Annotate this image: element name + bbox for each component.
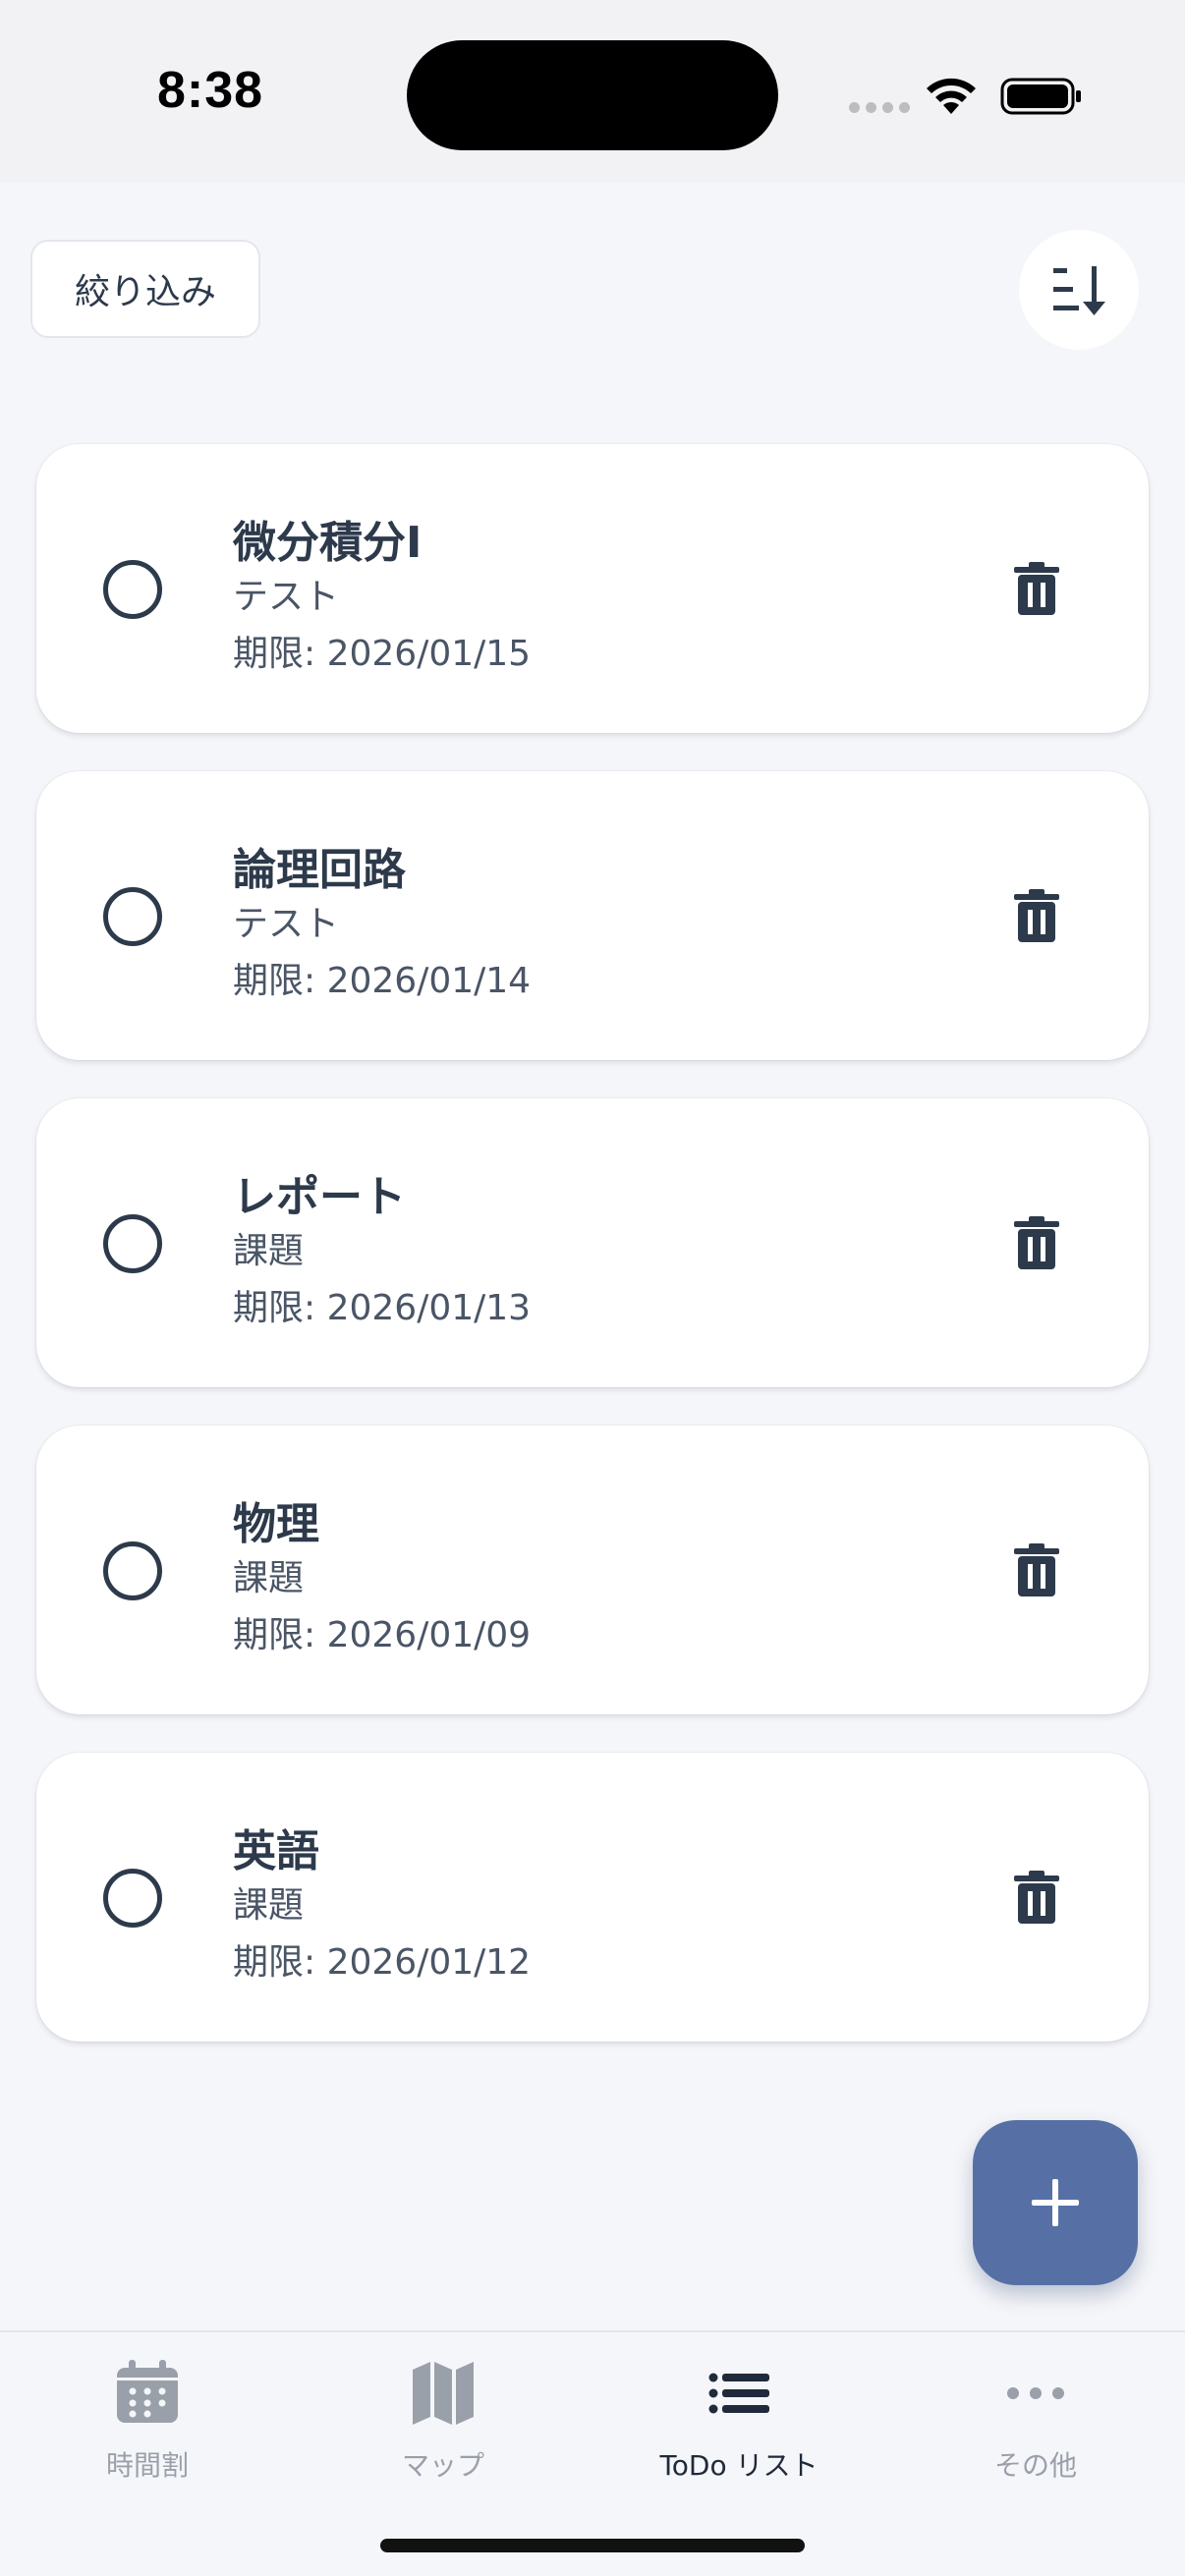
add-todo-button[interactable] <box>973 2120 1138 2285</box>
todo-due-date: 期限: 2026/01/09 <box>233 1615 532 1655</box>
plus-icon <box>1032 2179 1079 2226</box>
todo-card[interactable]: 論理回路 テスト 期限: 2026/01/14 <box>36 771 1149 1060</box>
todo-due-date: 期限: 2026/01/12 <box>233 1942 532 1983</box>
tab-label: ToDo リスト <box>659 2449 818 2482</box>
battery-icon <box>1000 78 1081 115</box>
trash-icon[interactable] <box>1014 1543 1059 1596</box>
todo-title: 物理 <box>233 1499 319 1549</box>
status-bar: 8:38 <box>0 0 1185 183</box>
complete-checkbox[interactable] <box>103 887 162 946</box>
trash-icon[interactable] <box>1014 1216 1059 1269</box>
trash-icon[interactable] <box>1014 562 1059 615</box>
complete-checkbox[interactable] <box>103 1541 162 1600</box>
trash-icon[interactable] <box>1014 889 1059 942</box>
tab-label: マップ <box>401 2449 484 2482</box>
calendar-icon <box>117 2360 178 2423</box>
todo-title: レポート <box>233 1172 406 1222</box>
complete-checkbox[interactable] <box>103 560 162 619</box>
todo-card[interactable]: 物理 課題 期限: 2026/01/09 <box>36 1426 1149 1714</box>
tab-map[interactable]: マップ <box>325 2358 561 2486</box>
sort-button[interactable] <box>1019 230 1139 350</box>
tab-more[interactable]: その他 <box>918 2358 1154 2486</box>
tab-timetable[interactable]: 時間割 <box>29 2358 265 2486</box>
more-icon <box>1007 2387 1064 2399</box>
tab-label: その他 <box>993 2449 1077 2482</box>
cellular-signal-icon <box>849 102 910 113</box>
trash-icon[interactable] <box>1014 1871 1059 1924</box>
tab-label: 時間割 <box>105 2449 189 2482</box>
todo-card[interactable]: レポート 課題 期限: 2026/01/13 <box>36 1098 1149 1387</box>
complete-checkbox[interactable] <box>103 1869 162 1928</box>
todo-due-date: 期限: 2026/01/13 <box>233 1288 532 1328</box>
dynamic-island <box>407 40 778 150</box>
todo-title: 論理回路 <box>233 845 406 895</box>
wifi-icon <box>927 78 976 114</box>
complete-checkbox[interactable] <box>103 1214 162 1273</box>
todo-title: 微分積分I <box>233 518 423 568</box>
status-time: 8:38 <box>157 62 264 119</box>
todo-title: 英語 <box>233 1826 319 1876</box>
todo-type: テスト <box>233 577 340 617</box>
sort-descending-icon <box>1053 266 1105 315</box>
map-icon <box>413 2362 474 2425</box>
tab-todo-list[interactable]: ToDo リスト <box>621 2358 857 2486</box>
todo-card[interactable]: 微分積分I テスト 期限: 2026/01/15 <box>36 444 1149 733</box>
todo-type: 課題 <box>233 1231 305 1271</box>
todo-due-date: 期限: 2026/01/14 <box>233 961 532 1001</box>
todo-due-date: 期限: 2026/01/15 <box>233 634 532 674</box>
home-indicator <box>380 2539 805 2552</box>
todo-type: 課題 <box>233 1558 305 1598</box>
list-icon <box>708 2373 769 2414</box>
filter-button[interactable]: 絞り込み <box>30 240 260 338</box>
todo-card[interactable]: 英語 課題 期限: 2026/01/12 <box>36 1753 1149 2042</box>
todo-type: テスト <box>233 904 340 944</box>
todo-type: 課題 <box>233 1885 305 1926</box>
